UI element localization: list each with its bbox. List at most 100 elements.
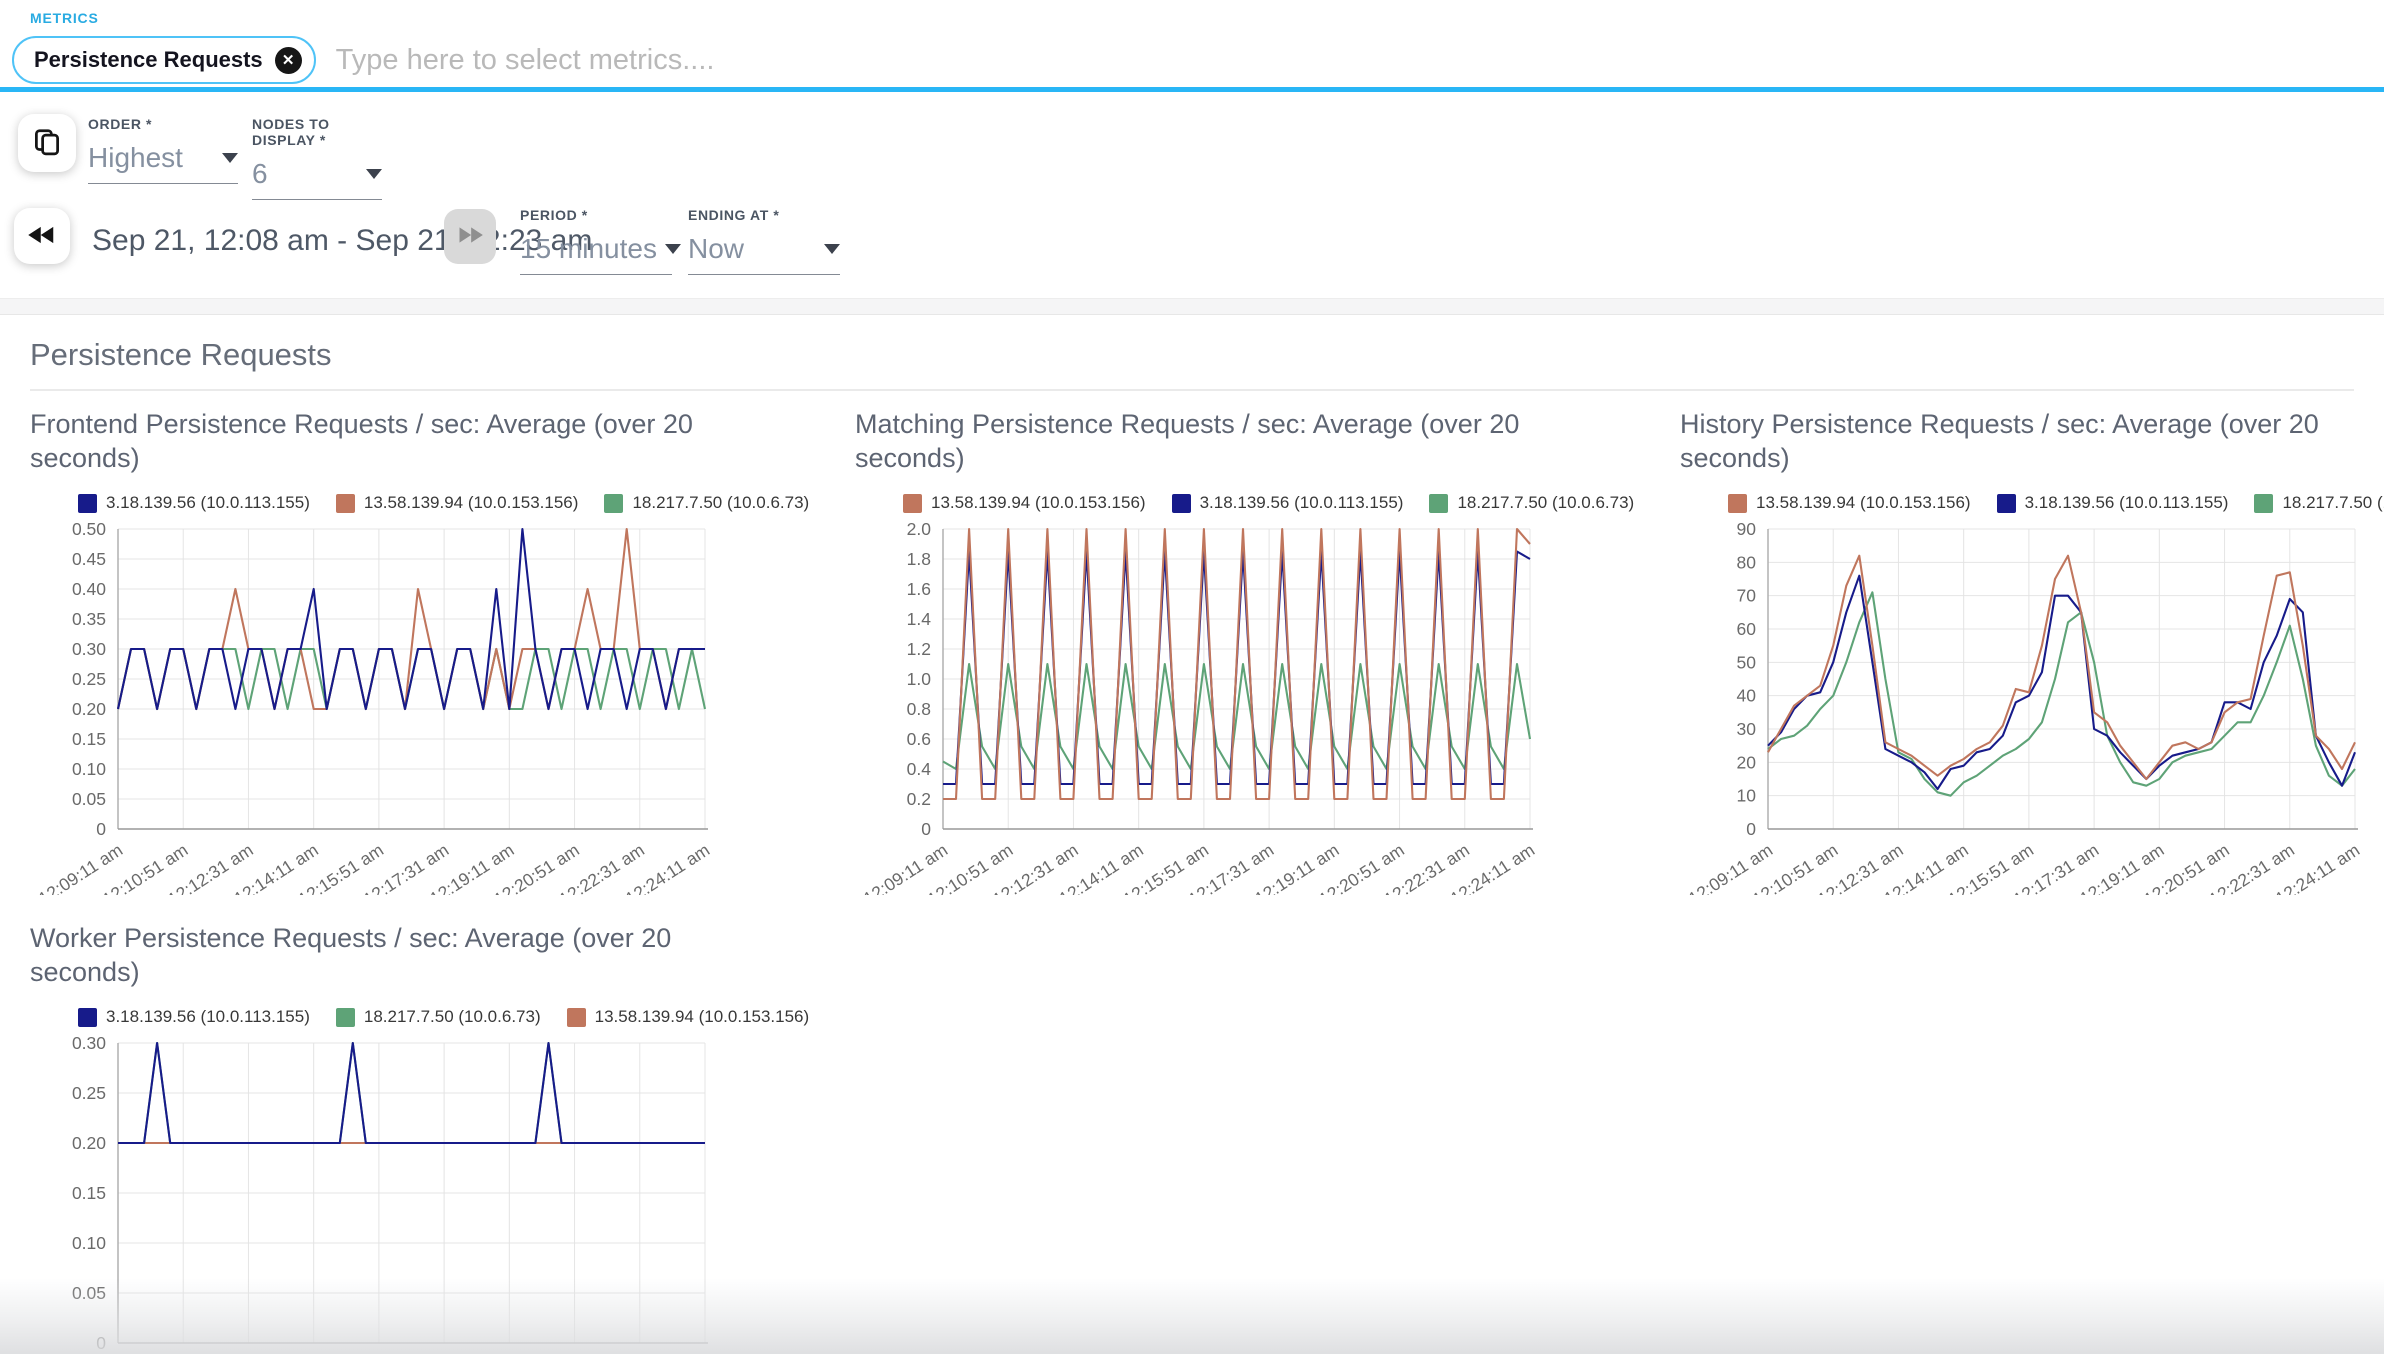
copy-button[interactable] [18,114,76,172]
legend-label: 13.58.139.94 (10.0.153.156) [931,493,1146,513]
svg-text:10: 10 [1737,786,1757,806]
section-divider-band [0,298,2384,315]
nodes-label: NODES TO DISPLAY * [252,116,382,148]
svg-text:0.05: 0.05 [72,1283,106,1303]
chevron-down-icon [824,244,840,254]
nodes-select[interactable]: NODES TO DISPLAY * 6 [252,116,382,200]
legend-swatch [1429,494,1448,513]
fast-forward-icon [456,223,484,250]
chevron-down-icon [366,169,382,179]
svg-text:90: 90 [1737,519,1757,539]
chevron-down-icon [222,153,238,163]
svg-text:0: 0 [96,1333,106,1353]
chart-frontend-persistence: Frontend Persistence Requests / sec: Ave… [30,407,730,895]
chart-history-persistence: History Persistence Requests / sec: Aver… [1680,407,2380,895]
legend-label: 13.58.139.94 (10.0.153.156) [364,493,579,513]
svg-text:0.15: 0.15 [72,729,106,749]
fast-forward-button[interactable] [444,209,496,264]
svg-text:0: 0 [96,819,106,839]
ending-at-select[interactable]: ENDING AT * Now [688,207,840,275]
svg-text:0: 0 [921,819,931,839]
order-label: ORDER * [88,116,238,132]
chart-plot: 2.01.81.61.41.21.00.80.60.40.2012:09:11 … [855,517,1555,895]
legend-swatch [78,494,97,513]
legend-item: 3.18.139.56 (10.0.113.155) [78,1007,310,1027]
copy-icon [32,127,62,160]
legend-label: 13.58.139.94 (10.0.153.156) [1756,493,1971,513]
svg-text:0.6: 0.6 [907,729,931,749]
legend-swatch [604,494,623,513]
chart-title-line: Matching Persistence Requests / sec: Ave… [855,407,1555,441]
svg-text:0.30: 0.30 [72,1033,106,1053]
legend-swatch [336,1008,355,1027]
header: METRICS Persistence Requests ✕ ORDER * H… [0,0,2384,298]
chart-title: Matching Persistence Requests / sec: Ave… [855,407,1555,475]
legend-item: 18.217.7.50 (10.0.6.73) [1429,493,1634,513]
legend-item: 3.18.139.56 (10.0.113.155) [1172,493,1404,513]
legend-label: 18.217.7.50 (10.0.6.73) [632,493,809,513]
chart-plot: 908070605040302010012:09:11 am12:10:51 a… [1680,517,2380,895]
legend-item: 13.58.139.94 (10.0.153.156) [567,1007,810,1027]
legend-item: 18.217.7.50 (10.0.6.73) [604,493,809,513]
svg-text:1.2: 1.2 [907,639,931,659]
legend-item: 13.58.139.94 (10.0.153.156) [1728,493,1971,513]
period-value: 15 minutes [520,233,657,265]
rewind-button[interactable] [14,208,70,264]
svg-text:0: 0 [1746,819,1756,839]
chart-title-line: Frontend Persistence Requests / sec: Ave… [30,407,730,441]
svg-text:40: 40 [1737,686,1757,706]
legend-swatch [78,1008,97,1027]
legend-item: 13.58.139.94 (10.0.153.156) [903,493,1146,513]
time-range-text: Sep 21, 12:08 am - Sep 21, 12:23 am [92,224,592,258]
svg-text:0.20: 0.20 [72,699,106,719]
svg-text:1.4: 1.4 [907,609,932,629]
ending-at-value: Now [688,233,744,265]
chart-legend: 13.58.139.94 (10.0.153.156) 3.18.139.56 … [1728,493,2380,513]
legend-swatch [903,494,922,513]
svg-text:30: 30 [1737,719,1757,739]
metrics-search-input[interactable] [336,44,1236,77]
legend-swatch [1172,494,1191,513]
svg-text:1.0: 1.0 [907,669,932,689]
legend-label: 13.58.139.94 (10.0.153.156) [595,1007,810,1027]
order-value: Highest [88,142,183,174]
svg-text:50: 50 [1737,652,1757,672]
svg-text:0.8: 0.8 [907,699,931,719]
svg-text:0.2: 0.2 [907,789,931,809]
legend-item: 3.18.139.56 (10.0.113.155) [78,493,310,513]
svg-text:0.50: 0.50 [72,519,106,539]
metric-chip[interactable]: Persistence Requests ✕ [12,36,316,84]
nodes-value: 6 [252,158,268,190]
legend-label: 3.18.139.56 (10.0.113.155) [1200,493,1404,513]
order-select[interactable]: ORDER * Highest [88,116,238,184]
period-select[interactable]: PERIOD * 15 minutes [520,207,672,275]
legend-swatch [1728,494,1747,513]
legend-label: 18.217.7.50 (10.0.6.73) [2282,493,2384,513]
metrics-underline [0,87,2384,92]
chip-close-icon[interactable]: ✕ [275,47,302,74]
legend-item: 18.217.7.50 (10.0.6.73) [336,1007,541,1027]
legend-swatch [1997,494,2016,513]
rewind-icon [27,222,57,251]
svg-text:0.10: 0.10 [72,759,106,779]
svg-text:70: 70 [1737,586,1757,606]
metrics-label: METRICS [30,10,99,26]
svg-text:80: 80 [1737,552,1757,572]
chart-plot: 0.300.250.200.150.100.05012:09:11 am12:1… [30,1031,730,1354]
legend-item: 13.58.139.94 (10.0.153.156) [336,493,579,513]
ending-at-label: ENDING AT * [688,207,840,223]
chart-plot: 0.500.450.400.350.300.250.200.150.100.05… [30,517,730,895]
chart-worker-persistence: Worker Persistence Requests / sec: Avera… [30,921,730,1354]
chevron-down-icon [665,244,681,254]
charts-panel: Persistence Requests Frontend Persistenc… [0,315,2384,1354]
svg-text:0.25: 0.25 [72,1083,106,1103]
chart-legend: 3.18.139.56 (10.0.113.155) 18.217.7.50 (… [78,1007,730,1027]
legend-swatch [336,494,355,513]
svg-text:1.6: 1.6 [907,579,931,599]
chart-title-line: seconds) [30,441,730,475]
svg-text:0.4: 0.4 [907,759,932,779]
period-label: PERIOD * [520,207,672,223]
chart-matching-persistence: Matching Persistence Requests / sec: Ave… [855,407,1555,895]
legend-swatch [567,1008,586,1027]
legend-swatch [2254,494,2273,513]
